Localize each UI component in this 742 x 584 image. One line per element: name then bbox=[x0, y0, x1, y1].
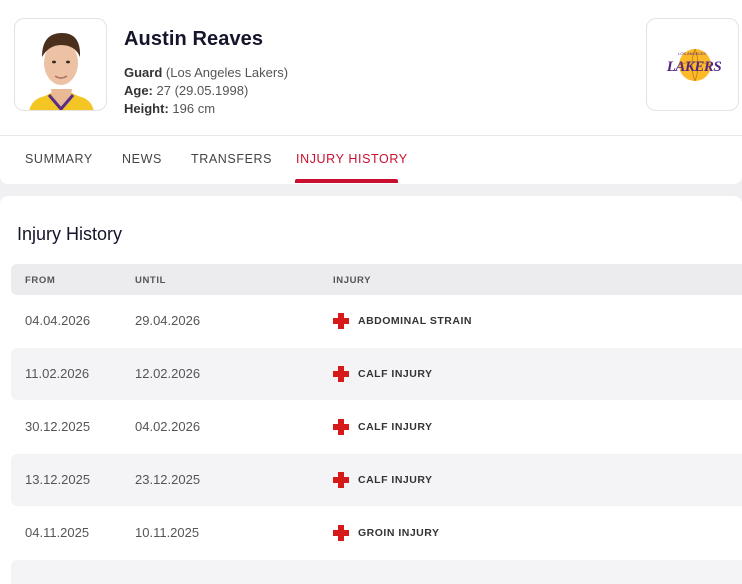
header-until: UNTIL bbox=[135, 275, 166, 286]
player-name: Austin Reaves bbox=[124, 28, 264, 50]
medical-cross-icon bbox=[333, 419, 349, 435]
player-age-line: Age: 27 (29.05.1998) bbox=[124, 83, 248, 98]
tab-news[interactable]: NEWS bbox=[122, 152, 162, 166]
until-date: 29.04.2026 bbox=[135, 313, 201, 328]
player-photo bbox=[14, 18, 107, 111]
from-date: 11.02.2026 bbox=[25, 366, 90, 381]
from-date: 04.11.2025 bbox=[25, 525, 90, 540]
lakers-logo-icon: LOS ANGELES LAKERS bbox=[666, 48, 722, 82]
medical-cross-icon bbox=[333, 472, 349, 488]
table-row: 04.11.2025 10.11.2025 GROIN INJURY bbox=[11, 507, 742, 559]
age-value: 27 (29.05.1998) bbox=[156, 83, 249, 98]
from-date: 04.04.2026 bbox=[25, 313, 91, 328]
until-date: 04.02.2026 bbox=[135, 419, 201, 434]
player-position-line: Guard (Los Angeles Lakers) bbox=[124, 65, 288, 80]
height-value: 196 cm bbox=[172, 101, 216, 116]
table-row bbox=[11, 560, 742, 584]
from-date: 30.12.2025 bbox=[25, 419, 91, 434]
table-row: 04.04.2026 29.04.2026 ABDOMINAL STRAIN bbox=[11, 295, 742, 347]
active-tab-indicator bbox=[295, 179, 398, 183]
table-row: 11.02.2026 12.02.2026 CALF INJURY bbox=[11, 348, 742, 400]
injury-cell: CALF INJURY bbox=[333, 364, 433, 384]
injury-cell: GROIN INJURY bbox=[333, 523, 439, 543]
from-date: 13.12.2025 bbox=[25, 472, 91, 487]
injury-name: GROIN INJURY bbox=[358, 527, 440, 539]
injury-name: CALF INJURY bbox=[358, 421, 433, 433]
tab-transfers[interactable]: TRANSFERS bbox=[191, 152, 272, 166]
player-position: Guard bbox=[124, 65, 163, 80]
injury-name: ABDOMINAL STRAIN bbox=[358, 315, 472, 327]
tab-injury-history[interactable]: INJURY HISTORY bbox=[296, 152, 408, 166]
table-row: 30.12.2025 04.02.2026 CALF INJURY bbox=[11, 401, 742, 453]
player-height-line: Height: 196 cm bbox=[124, 101, 215, 116]
header-injury: INJURY bbox=[333, 275, 372, 286]
injury-cell: CALF INJURY bbox=[333, 417, 433, 437]
injury-name: CALF INJURY bbox=[358, 368, 433, 380]
until-date: 23.12.2025 bbox=[135, 472, 201, 487]
medical-cross-icon bbox=[333, 525, 349, 541]
injury-cell: CALF INJURY bbox=[333, 470, 433, 490]
injury-name: CALF INJURY bbox=[358, 474, 433, 486]
until-date: 12.02.2026 bbox=[135, 366, 201, 381]
table-row: 13.12.2025 23.12.2025 CALF INJURY bbox=[11, 454, 742, 506]
player-header: Austin Reaves Guard (Los Angeles Lakers)… bbox=[0, 0, 742, 184]
player-avatar-icon bbox=[29, 33, 94, 110]
table-header: FROM UNTIL INJURY bbox=[11, 264, 742, 295]
until-date: 10.11.2025 bbox=[135, 525, 200, 540]
injury-cell: ABDOMINAL STRAIN bbox=[333, 311, 472, 331]
height-label: Height: bbox=[124, 101, 169, 116]
team-logo[interactable]: LOS ANGELES LAKERS bbox=[646, 18, 739, 111]
logo-small-text: LOS ANGELES bbox=[678, 51, 706, 56]
player-team: (Los Angeles Lakers) bbox=[165, 65, 289, 80]
medical-cross-icon bbox=[333, 366, 349, 382]
section-title: Injury History bbox=[17, 224, 123, 244]
tabs-divider bbox=[0, 135, 742, 136]
medical-cross-icon bbox=[333, 313, 349, 329]
tab-summary[interactable]: SUMMARY bbox=[25, 152, 93, 166]
logo-text: LAKERS bbox=[666, 59, 722, 75]
injury-history-section: Injury History FROM UNTIL INJURY 04.04.2… bbox=[0, 196, 742, 584]
age-label: Age: bbox=[124, 83, 153, 98]
header-from: FROM bbox=[25, 275, 56, 286]
